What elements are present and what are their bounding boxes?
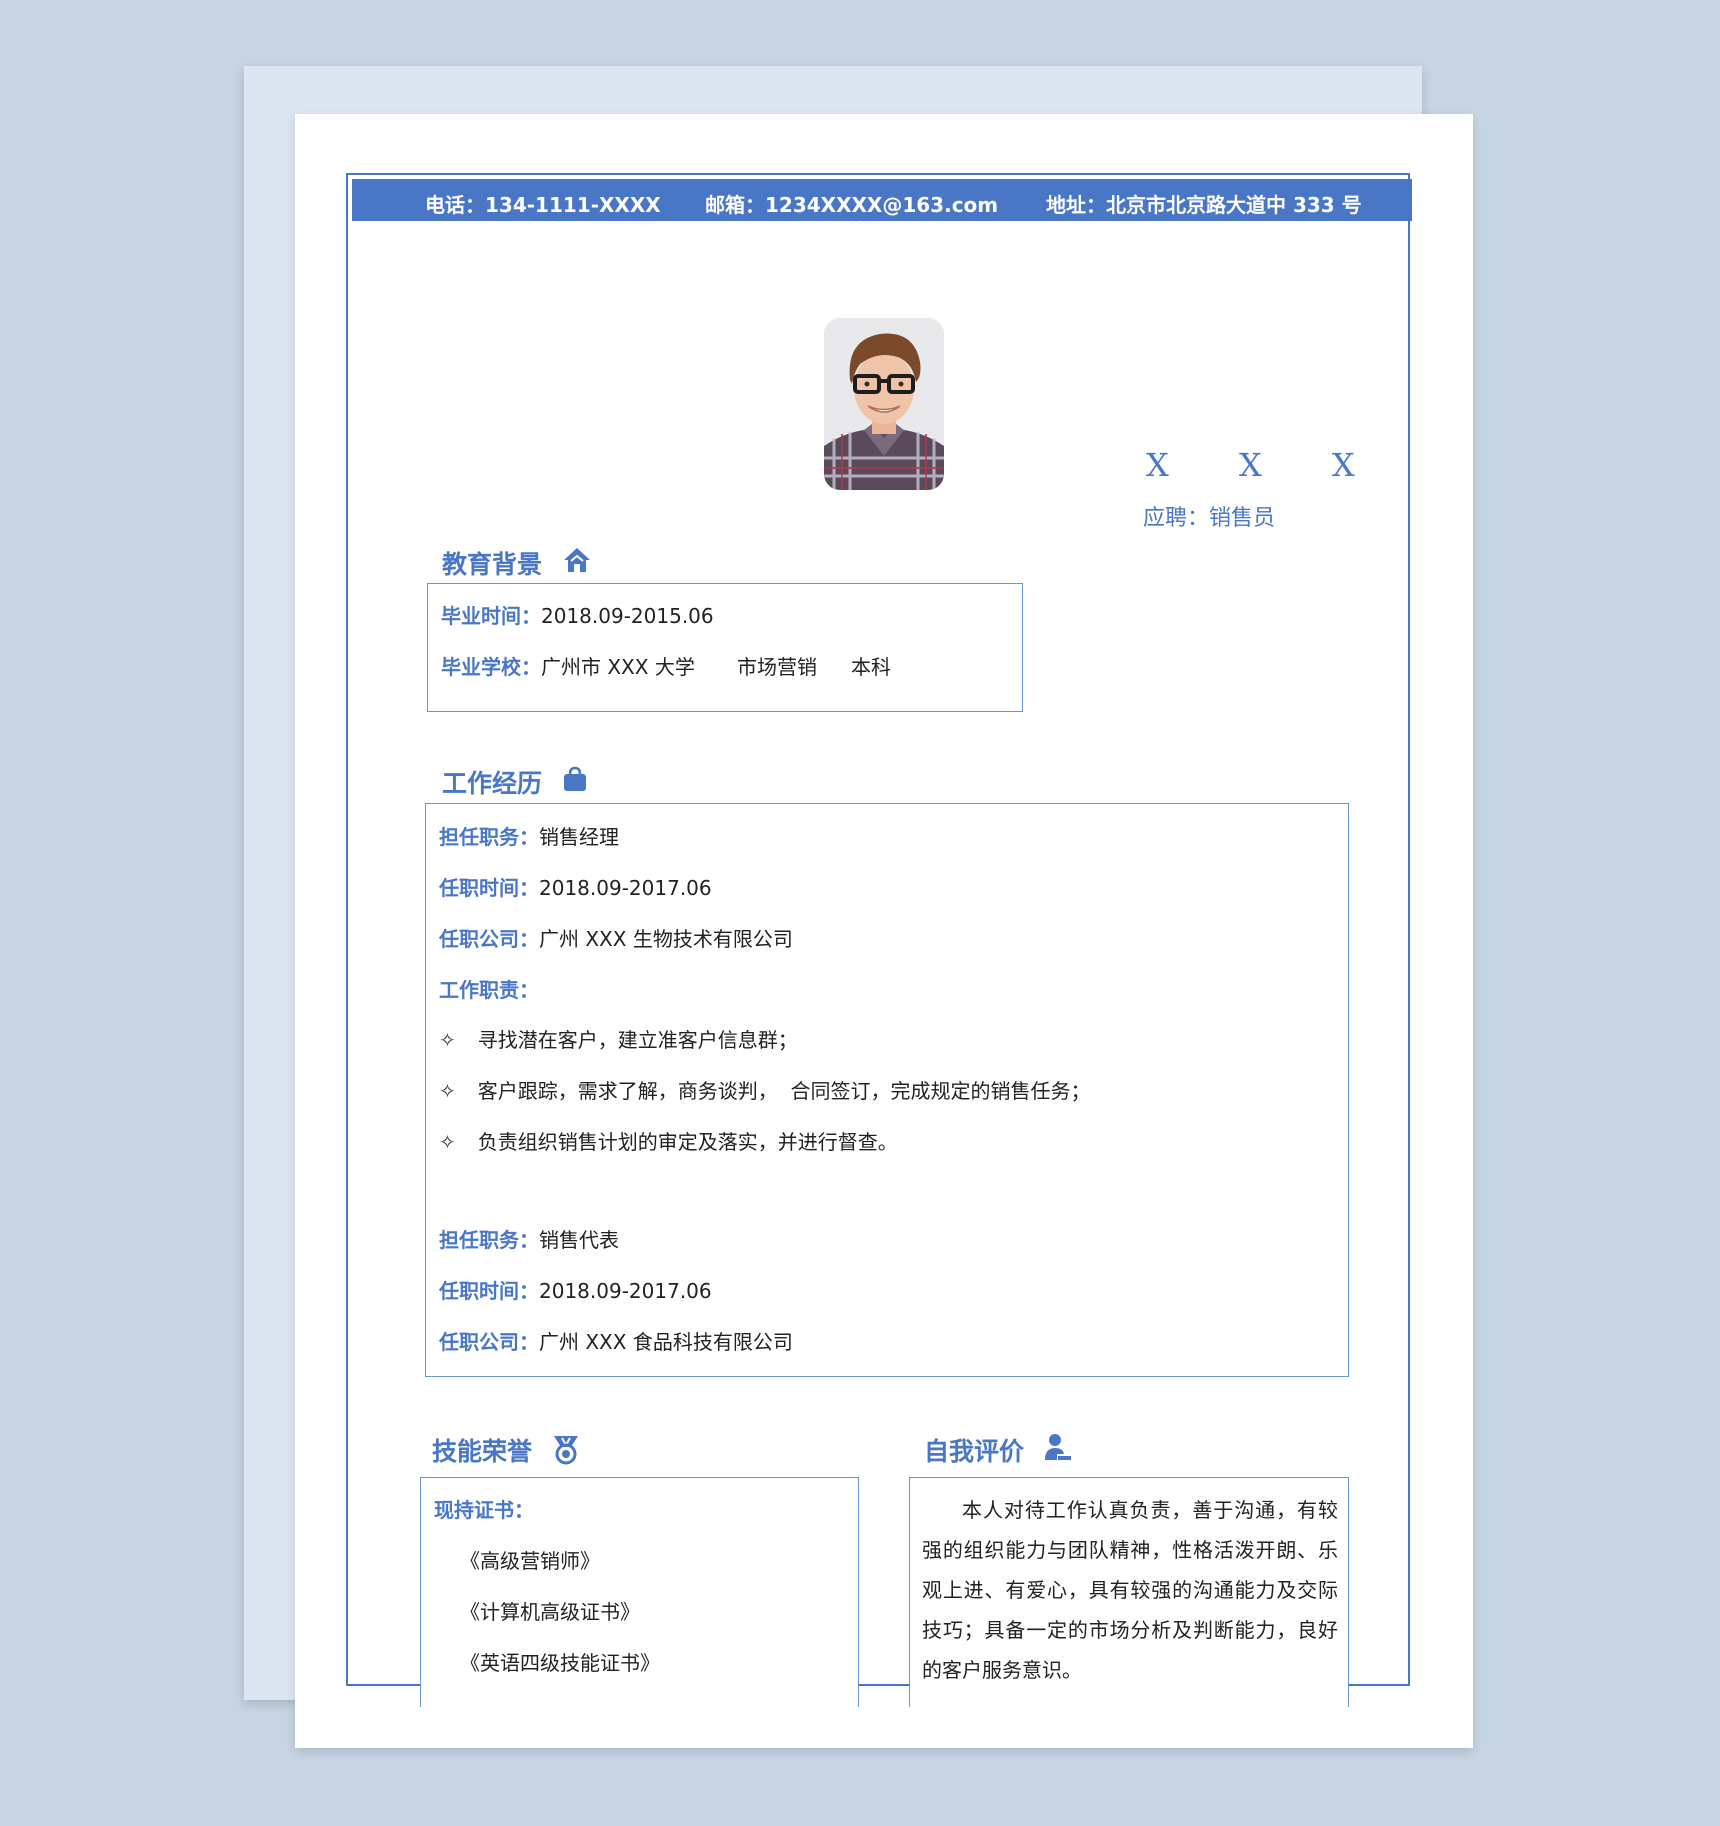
graduation-time: 毕业时间：2018.09-2015.06 (441, 600, 714, 629)
graduation-school-value: 广州市 XXX 大学 (541, 655, 695, 679)
job2-time-label: 任职时间： (439, 1279, 539, 1303)
job1-duties-label: 工作职责： (439, 974, 539, 1003)
self-eval-title: 自我评价 (924, 1437, 1025, 1466)
job1-position: 担任职务：销售经理 (439, 821, 619, 850)
job1-time-value: 2018.09-2017.06 (539, 876, 712, 900)
address-text: 地址：北京市北京路大道中 333 号 (1046, 193, 1362, 217)
bullet-star-icon: ✧ (439, 1028, 456, 1052)
duty-text: 负责组织销售计划的审定及落实，并进行督查。 (477, 1130, 898, 1154)
bullet-star-icon: ✧ (439, 1079, 456, 1103)
duty-item: ✧ 客户跟踪，需求了解，商务谈判， 合同签订，完成规定的销售任务； (439, 1075, 1090, 1104)
graduation-school: 毕业学校：广州市 XXX 大学 (441, 651, 695, 680)
cert-label: 现持证书： (434, 1494, 534, 1523)
briefcase-icon (561, 765, 589, 797)
user-icon (1043, 1432, 1073, 1468)
job1-company-label: 任职公司： (439, 927, 539, 951)
phone-text: 电话：134-1111-XXXX (425, 193, 661, 217)
avatar (824, 318, 944, 490)
duty-text: 寻找潜在客户，建立准客户信息群； (477, 1028, 798, 1052)
bullet-star-icon: ✧ (439, 1130, 456, 1154)
degree-text: 本科 (851, 655, 891, 679)
skills-title: 技能荣誉 (432, 1437, 533, 1466)
cert-item: 《计算机高级证书》 (460, 1600, 640, 1624)
graduation-time-value: 2018.09-2015.06 (541, 604, 714, 628)
medal-icon (551, 1433, 581, 1469)
job2-position-label: 担任职务： (439, 1228, 539, 1252)
education-title: 教育背景 (442, 550, 543, 579)
job1-position-label: 担任职务： (439, 825, 539, 849)
graduation-time-label: 毕业时间： (441, 604, 541, 628)
job2-company-label: 任职公司： (439, 1330, 539, 1354)
job2-company-value: 广州 XXX 食品科技有限公司 (539, 1330, 793, 1354)
job2-company: 任职公司：广州 XXX 食品科技有限公司 (439, 1326, 793, 1355)
email-text: 邮箱：1234XXXX@163.com (705, 193, 999, 217)
major-text: 市场营销 (737, 655, 817, 679)
job2-position-value: 销售代表 (539, 1228, 619, 1252)
cert-item: 《英语四级技能证书》 (460, 1651, 660, 1675)
job1-company: 任职公司：广州 XXX 生物技术有限公司 (439, 923, 793, 952)
home-icon (562, 545, 592, 579)
contact-bar: 电话：134-1111-XXXX 邮箱：1234XXXX@163.com 地址：… (352, 179, 1412, 221)
cert-item: 《高级营销师》 (460, 1549, 600, 1573)
self-eval-text: 本人对待工作认真负责，善于沟通，有较强的组织能力与团队精神，性格活泼开朗、乐观上… (922, 1498, 1338, 1682)
job2-position: 担任职务：销售代表 (439, 1224, 619, 1253)
job1-position-value: 销售经理 (539, 825, 619, 849)
cert-label-text: 现持证书： (434, 1498, 534, 1522)
job1-time-label: 任职时间： (439, 876, 539, 900)
candidate-name: X X X (1146, 446, 1385, 484)
duties-label: 工作职责： (439, 978, 539, 1002)
duty-item: ✧ 寻找潜在客户，建立准客户信息群； (439, 1024, 798, 1053)
duty-item: ✧ 负责组织销售计划的审定及落实，并进行督查。 (439, 1126, 898, 1155)
applied-position: 应聘：销售员 (1143, 506, 1276, 531)
duty-text: 客户跟踪，需求了解，商务谈判， 合同签订，完成规定的销售任务； (477, 1079, 1091, 1103)
work-title: 工作经历 (442, 769, 543, 798)
graduation-school-label: 毕业学校： (441, 655, 541, 679)
job2-time-value: 2018.09-2017.06 (539, 1279, 712, 1303)
job1-time: 任职时间：2018.09-2017.06 (439, 872, 712, 901)
job2-time: 任职时间：2018.09-2017.06 (439, 1275, 712, 1304)
job1-company-value: 广州 XXX 生物技术有限公司 (539, 927, 793, 951)
